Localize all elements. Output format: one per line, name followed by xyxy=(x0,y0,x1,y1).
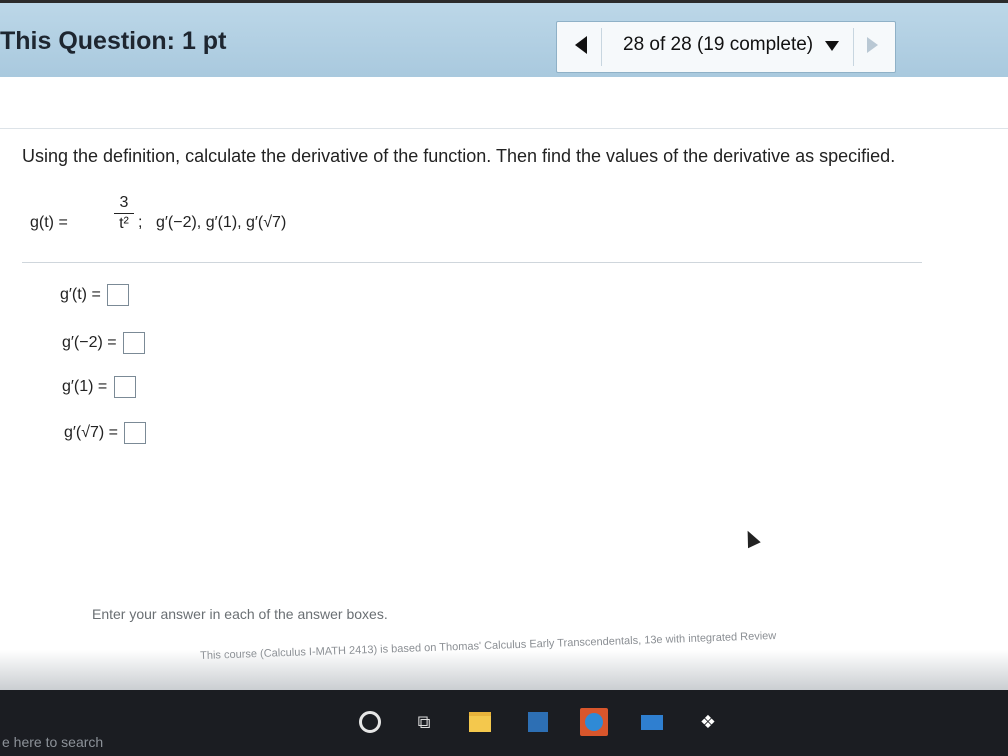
answer-label: g′(−2) = xyxy=(62,334,117,351)
function-fraction: 3 t² xyxy=(114,194,134,233)
evaluation-points: g′(−2), g′(1), g′(√7) xyxy=(156,214,287,231)
mouse-cursor-icon xyxy=(741,527,761,549)
function-separator: ; xyxy=(138,214,143,231)
nav-divider xyxy=(853,28,854,66)
question-progress-status[interactable]: 28 of 28 (19 complete) xyxy=(623,34,813,56)
answer-row-derivative: g′(t) = xyxy=(60,284,130,306)
screen-edge-shadow xyxy=(0,650,1008,690)
answer-row-g-prime-sqrt7: g′(√7) = xyxy=(64,422,147,444)
file-explorer-icon[interactable] xyxy=(466,708,494,736)
next-question-icon[interactable] xyxy=(867,37,878,53)
divider xyxy=(0,128,1008,129)
fraction-numerator: 3 xyxy=(119,194,129,211)
question-navigator: 28 of 28 (19 complete) xyxy=(556,21,896,73)
task-view-icon[interactable]: ⧉ xyxy=(410,708,438,736)
taskbar-search-input[interactable]: e here to search xyxy=(0,734,302,756)
answer-row-g-prime-neg2: g′(−2) = xyxy=(62,332,146,354)
answer-label: g′(√7) = xyxy=(64,424,119,441)
divider xyxy=(22,262,922,263)
cortana-icon[interactable] xyxy=(356,708,384,736)
mail-icon[interactable] xyxy=(638,708,666,736)
question-points: This Question: 1 pt xyxy=(0,27,227,55)
nav-divider xyxy=(601,28,602,66)
fraction-denominator: t² xyxy=(119,215,129,232)
answer-input-g-prime-neg2[interactable] xyxy=(123,332,146,354)
question-header: This Question: 1 pt 28 of 28 (19 complet… xyxy=(0,0,1008,77)
answer-instruction-note: Enter your answer in each of the answer … xyxy=(92,606,388,622)
answer-label: g′(t) = xyxy=(60,286,101,303)
fraction-bar xyxy=(114,213,134,214)
store-icon[interactable] xyxy=(524,708,552,736)
previous-question-icon[interactable] xyxy=(575,36,587,54)
windows-taskbar: e here to search ⧉ ❖ xyxy=(0,690,1008,756)
edge-icon[interactable] xyxy=(580,708,608,736)
answer-input-derivative[interactable] xyxy=(107,284,130,306)
dropbox-icon[interactable]: ❖ xyxy=(694,708,722,736)
answer-input-g-prime-1[interactable] xyxy=(113,376,136,398)
question-list-dropdown-icon[interactable] xyxy=(825,41,839,51)
question-instruction: Using the definition, calculate the deri… xyxy=(22,146,896,166)
answer-row-g-prime-1: g′(1) = xyxy=(62,376,136,398)
function-lhs: g(t) = xyxy=(30,214,68,231)
answer-label: g′(1) = xyxy=(62,378,108,395)
answer-input-g-prime-sqrt7[interactable] xyxy=(124,422,147,444)
